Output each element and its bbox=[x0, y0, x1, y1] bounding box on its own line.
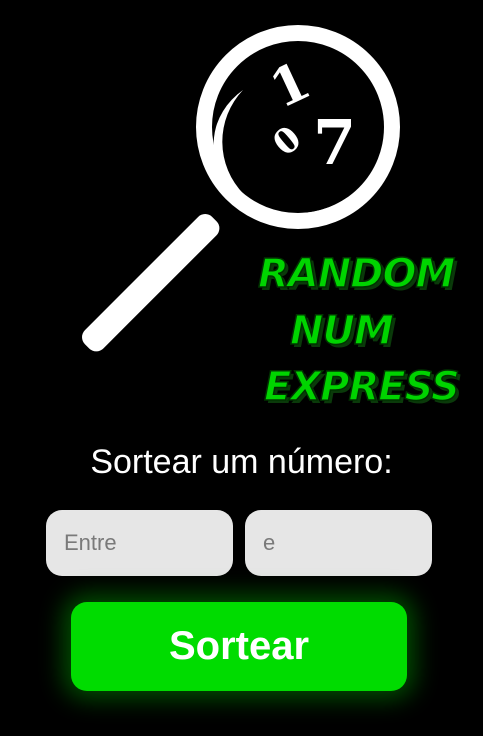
magnifying-glass-icon: 1 0 7 bbox=[82, 25, 400, 352]
logo-word-express: EXPRESS bbox=[263, 364, 460, 410]
logo-word-random: RANDOM bbox=[257, 251, 456, 297]
app-logo: 1 0 7 RANDOM NUM EXPRESS bbox=[0, 0, 483, 420]
draw-prompt-heading: Sortear um número: bbox=[90, 443, 393, 481]
range-start-input[interactable] bbox=[46, 510, 233, 576]
logo-word-num: NUM bbox=[289, 308, 394, 354]
range-end-input[interactable] bbox=[245, 510, 432, 576]
logo-digit-7: 7 bbox=[313, 106, 356, 179]
draw-button[interactable]: Sortear bbox=[71, 602, 407, 691]
